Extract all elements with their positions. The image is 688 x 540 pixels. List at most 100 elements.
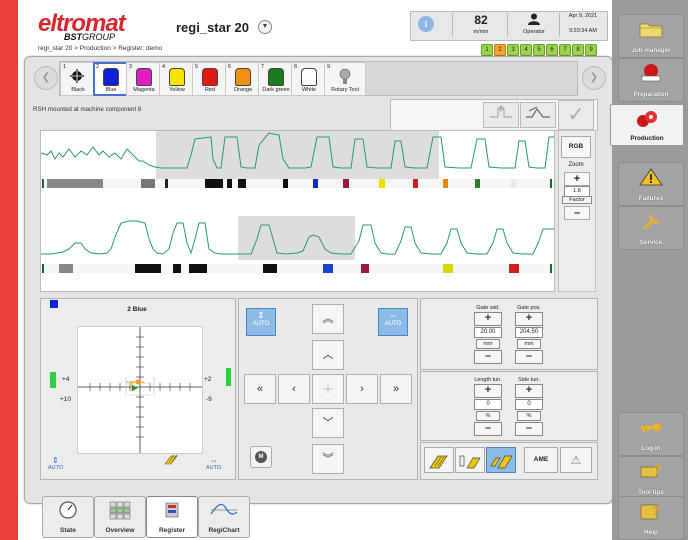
length-tune-unit: % [476, 411, 500, 421]
gate-width-plus-button[interactable]: + [474, 312, 502, 326]
tab-state[interactable]: State [42, 496, 94, 538]
single-mark-button[interactable] [455, 447, 485, 473]
gauge-icon [43, 500, 93, 523]
color-label: Black [71, 87, 85, 93]
move-up-fast-button[interactable]: ︽ [312, 304, 344, 334]
color-tile-1[interactable]: 1 Black [60, 62, 96, 96]
side-tune-plus-button[interactable]: + [515, 384, 543, 398]
auto-vertical-icon[interactable]: ⇕ [52, 456, 59, 465]
gate-position-plus-button[interactable]: + [515, 312, 543, 326]
move-right-fast-button[interactable]: » [380, 374, 412, 404]
date-display: Apr 9, 2021 [568, 13, 598, 19]
mark-add-icon[interactable] [483, 102, 519, 128]
multi-mark-button[interactable] [486, 447, 516, 473]
color-number: 2 [96, 64, 100, 70]
info-icon[interactable]: i [418, 16, 434, 32]
production-label: Production [630, 135, 664, 142]
center-crosshair-icon: + [312, 374, 344, 404]
tab-register[interactable]: Register [146, 496, 198, 538]
gate-width-unit: mm [476, 339, 500, 349]
operator-label[interactable]: Operator [509, 29, 559, 35]
move-down-fast-button[interactable]: ︾ [312, 444, 344, 474]
color-tile-8[interactable]: 8 White [291, 62, 327, 96]
color-tile-9[interactable]: 9 Rotary Tool [324, 62, 366, 96]
gate-position-minus-button[interactable]: – [515, 350, 543, 364]
production-button[interactable]: Production [610, 104, 684, 146]
preparation-button[interactable]: Preparation [618, 58, 684, 102]
service-button[interactable]: Service [618, 206, 684, 250]
move-left-fast-button[interactable]: « [244, 374, 276, 404]
color-tile-2[interactable]: 2 Blue [93, 62, 129, 96]
length-tune-plus-button[interactable]: + [474, 384, 502, 398]
unit-badge-6[interactable]: 6 [546, 44, 558, 56]
move-up-button[interactable]: ︿ [312, 340, 344, 370]
failures-button[interactable]: Failures [618, 162, 684, 206]
unit-badge-8[interactable]: 8 [572, 44, 584, 56]
job-manager-button[interactable]: Job manager [618, 14, 684, 58]
unit-badge-3[interactable]: 3 [507, 44, 519, 56]
color-label: Yellow [169, 87, 185, 93]
ame-button[interactable]: AME [524, 447, 558, 473]
color-label: White [301, 87, 317, 93]
color-swatch [103, 68, 119, 86]
unit-badge-7[interactable]: 7 [559, 44, 571, 56]
left-offset-indicator [50, 372, 56, 388]
color-label: Magenta [133, 87, 155, 93]
side-tune-minus-button[interactable]: – [515, 422, 543, 436]
logo-wordmark: eltromat [38, 10, 126, 37]
help-button[interactable]: ? Help [618, 496, 684, 540]
unit-badge-2[interactable]: 2 [494, 44, 506, 56]
mark-layers-icon [163, 452, 181, 466]
auto-horizontal-icon[interactable]: ⇔ [210, 456, 218, 465]
move-right-button[interactable]: › [346, 374, 378, 404]
color-tile-4[interactable]: 4 Yellow [159, 62, 195, 96]
failures-icon [619, 167, 683, 193]
color-tile-7[interactable]: 7 Dark green [258, 62, 294, 96]
color-tile-3[interactable]: 3 Magenta [126, 62, 162, 96]
gate-position-unit: mm [517, 339, 541, 349]
zoom-in-button[interactable]: + [564, 172, 590, 186]
rgb-button[interactable]: RGB [561, 136, 591, 158]
tab-regichart[interactable]: RegiChart [198, 496, 250, 538]
register-mark-icon [70, 68, 84, 84]
machine-dropdown-icon[interactable]: ▼ [258, 20, 272, 34]
next-color-button[interactable]: ❯ [582, 66, 606, 90]
auto-vertical-button[interactable]: ⇕ AUTO [246, 308, 276, 336]
warning-icon[interactable]: ⚠ [560, 447, 592, 473]
confirm-check-icon[interactable]: ✓ [558, 100, 594, 130]
unit-badge-9[interactable]: 9 [585, 44, 597, 56]
side-tune-stepper: Side tun. + 0 % – [512, 377, 546, 437]
manual-mode-button[interactable]: M [250, 446, 272, 468]
color-label: Dark green [262, 87, 290, 93]
unit-badge-5[interactable]: 5 [533, 44, 545, 56]
move-left-button[interactable]: ‹ [278, 374, 310, 404]
mark-shape-icon[interactable] [520, 102, 556, 128]
operator-icon [509, 13, 559, 28]
color-number: 6 [228, 64, 232, 70]
unit-badges: 123456789 [481, 44, 598, 56]
zoom-out-button[interactable]: – [564, 206, 590, 220]
tool-tips-button[interactable]: ? Tool tips [618, 456, 684, 500]
color-tile-5[interactable]: 5 Red [192, 62, 228, 96]
length-tune-minus-button[interactable]: – [474, 422, 502, 436]
position-crosshair-field[interactable] [77, 326, 203, 454]
mount-info: RSH mounted at machine component 8 [33, 106, 142, 113]
move-down-button[interactable]: ﹀ [312, 408, 344, 438]
production-icon [611, 109, 683, 135]
log-in-button[interactable]: Log-in [618, 412, 684, 456]
unit-badge-4[interactable]: 4 [520, 44, 532, 56]
length-tune-stepper: Length tun. + 0 % – [471, 377, 505, 437]
tab-overview[interactable]: Overview [94, 496, 146, 538]
side-tune-label: Side tun. [518, 377, 540, 383]
color-tile-6[interactable]: 6 Orange [225, 62, 261, 96]
gate-width-minus-button[interactable]: – [474, 350, 502, 364]
auto-horizontal-label: AUTO [206, 465, 222, 471]
all-marks-button[interactable] [424, 447, 454, 473]
machine-name: regi_star 20 [176, 20, 249, 35]
register-signal-graph[interactable] [40, 130, 555, 292]
unit-badge-1[interactable]: 1 [481, 44, 493, 56]
overview-grid-icon [95, 500, 145, 523]
prev-color-button[interactable]: ❮ [34, 66, 58, 90]
auto-horizontal-button[interactable]: ⇔ AUTO [378, 308, 408, 336]
tab-regichart-label: RegiChart [208, 527, 240, 534]
